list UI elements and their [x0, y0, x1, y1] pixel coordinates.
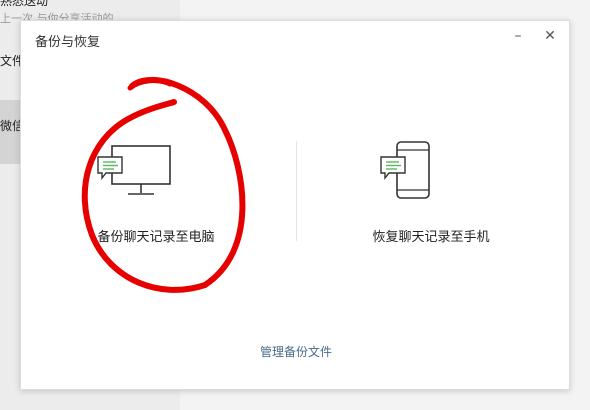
- restore-to-phone-option[interactable]: 恢复聊天记录至手机: [321, 121, 541, 251]
- backup-to-pc-option[interactable]: 备份聊天记录至电脑: [46, 121, 266, 251]
- restore-to-phone-label: 恢复聊天记录至手机: [372, 230, 490, 245]
- minimize-button[interactable]: –: [507, 25, 529, 47]
- computer-chat-icon: [97, 145, 171, 195]
- backup-restore-dialog: 备份与恢复 – ✕ 备份聊天记录至电脑 恢复聊天记录至手机 管理备份文件: [20, 20, 570, 390]
- dialog-title: 备份与恢复: [35, 35, 101, 50]
- manage-backup-files-link[interactable]: 管理备份文件: [21, 343, 571, 360]
- background-text-line1: 熟悉送动: [0, 0, 49, 8]
- options-divider: [296, 141, 297, 241]
- phone-chat-icon: [380, 141, 430, 199]
- close-button[interactable]: ✕: [539, 25, 561, 47]
- backup-to-pc-label: 备份聊天记录至电脑: [97, 230, 215, 245]
